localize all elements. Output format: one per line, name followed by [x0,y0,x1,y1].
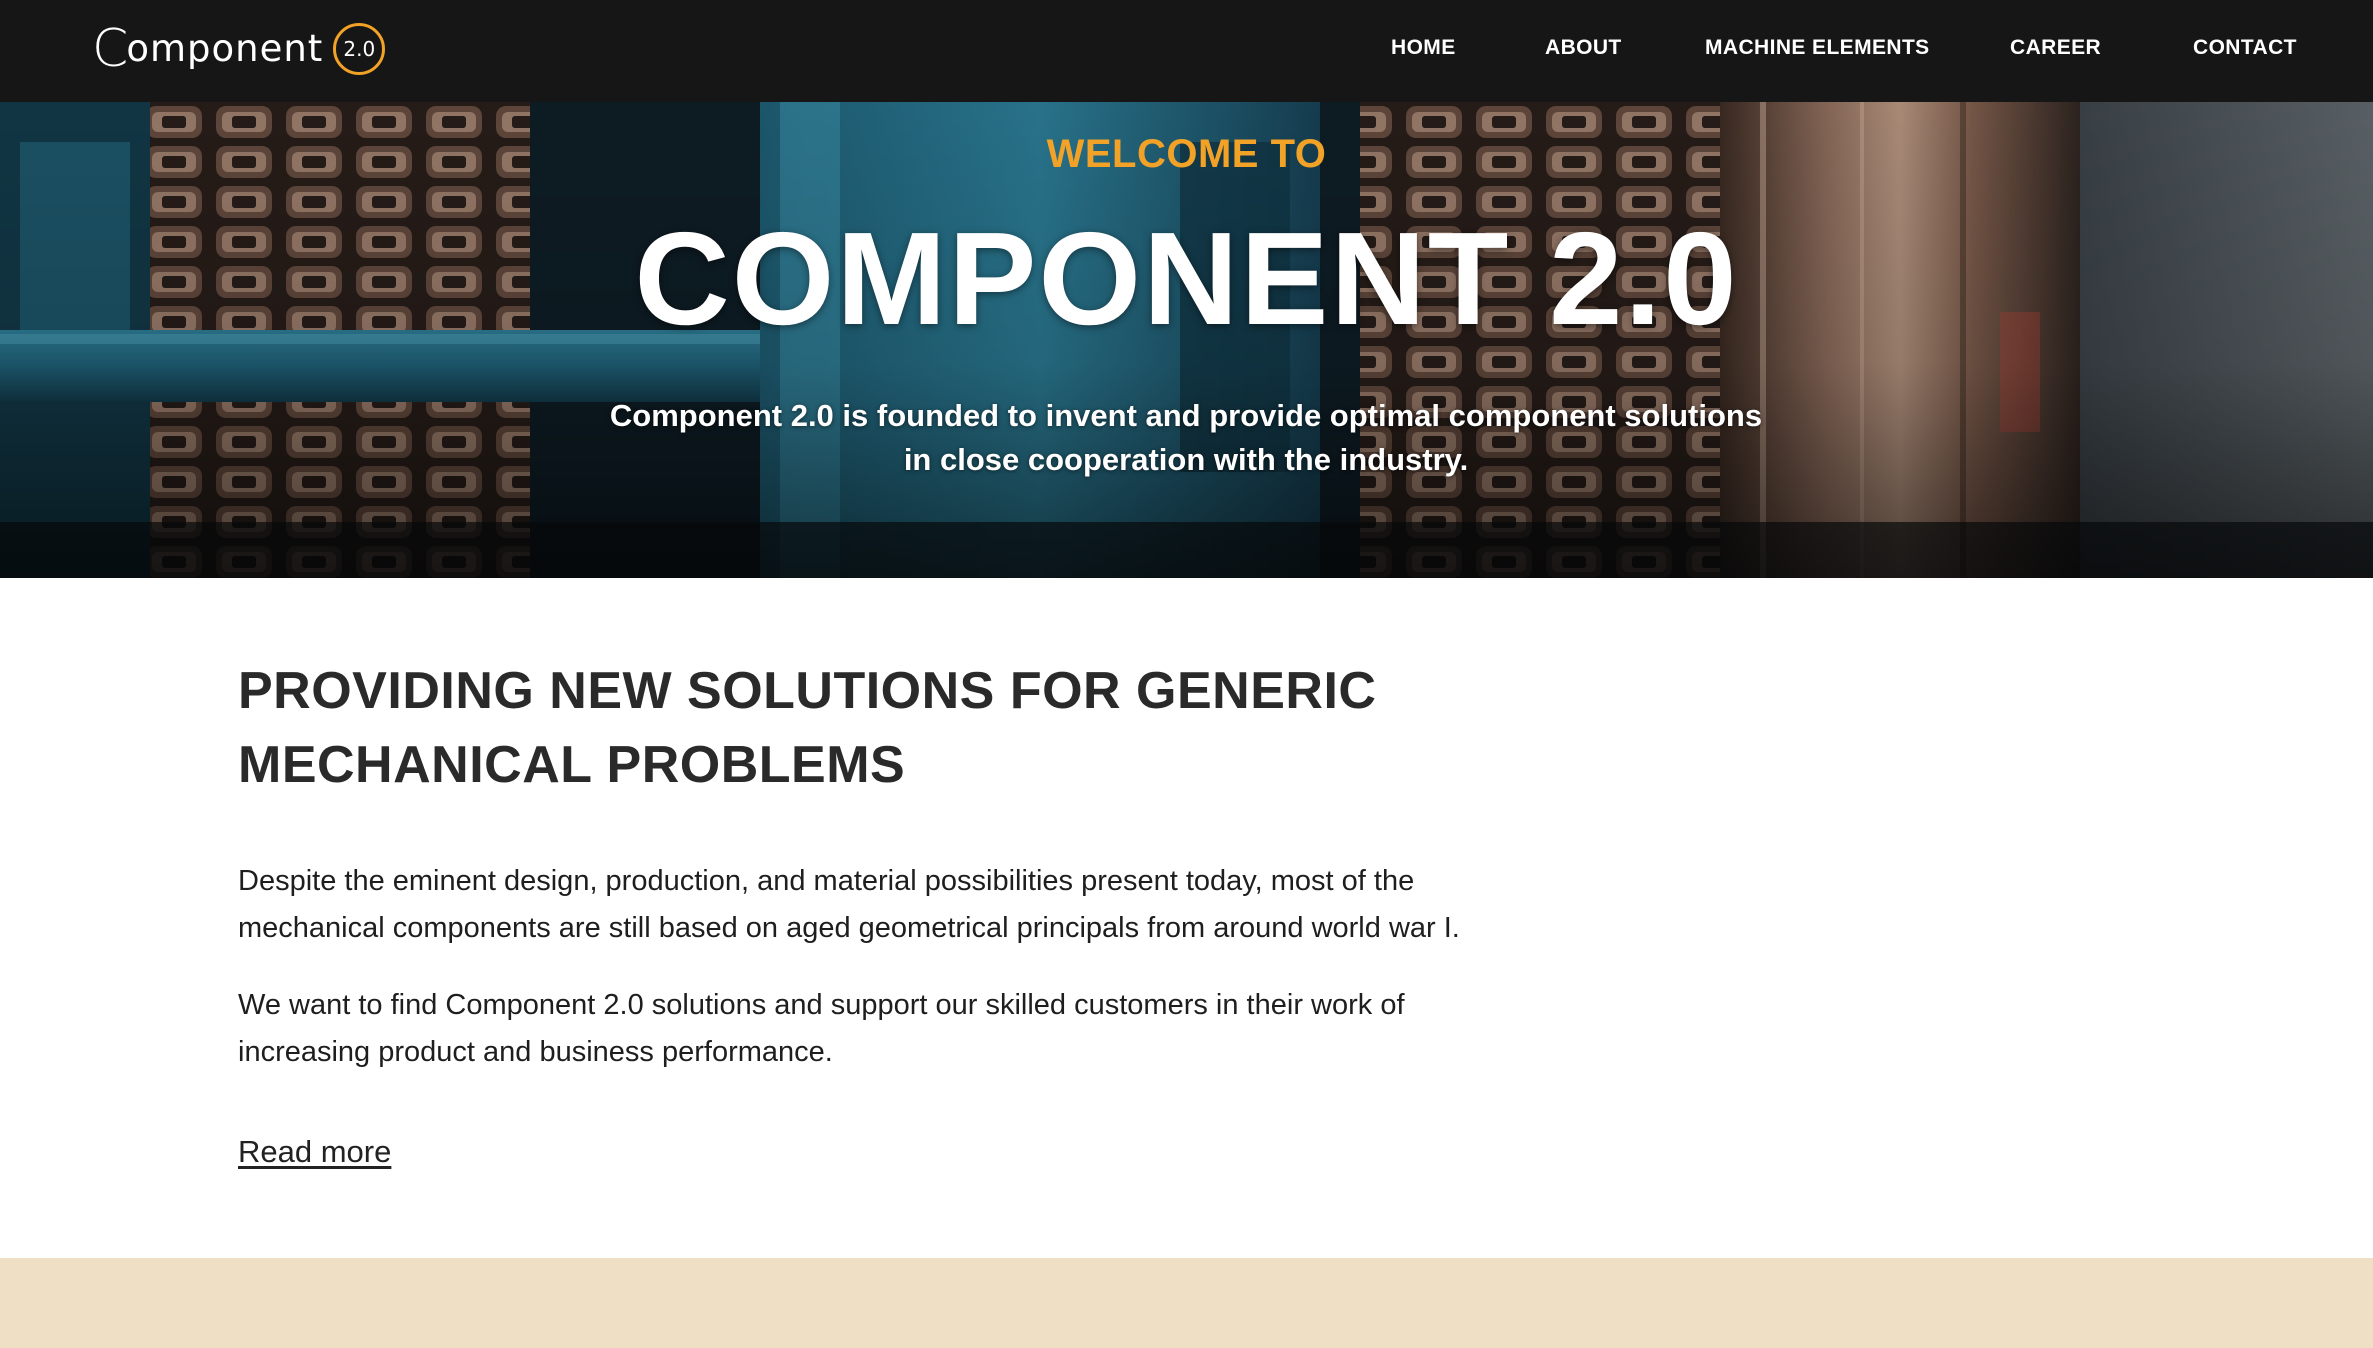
paragraph-line: We want to find Component 2.0 solutions … [238,989,1405,1021]
nav-career-link[interactable]: CAREER [2010,36,2101,60]
logo-version-badge: 2.0 [333,23,386,75]
logo-wordmark: Component [92,23,323,75]
nav-about-link[interactable]: ABOUT [1545,36,1622,60]
brand-logo[interactable]: Component 2.0 [92,20,386,78]
logo-wordmark-rest: omponent [126,27,324,70]
intro-paragraph-1: Despite the eminent design, production, … [238,858,1538,952]
intro-paragraph-2: We want to find Component 2.0 solutions … [238,982,1538,1076]
nav-machine-elements-link[interactable]: MACHINE ELEMENTS [1705,36,1930,60]
hero-banner: WELCOME TO COMPONENT 2.0 Component 2.0 i… [0,102,2373,578]
section-headline: PROVIDING NEW SOLUTIONS FOR GENERIC MECH… [238,654,1438,802]
top-navigation-bar: Component 2.0 HOME ABOUT MACHINE ELEMENT… [0,0,2373,102]
paragraph-line: Despite the eminent design, production, … [238,865,1415,897]
main-nav: HOME ABOUT MACHINE ELEMENTS CAREER CONTA… [1373,0,2373,102]
section-headline-line: PROVIDING NEW SOLUTIONS FOR GENERIC [238,662,1377,720]
hero-kicker-text: WELCOME TO [1046,132,1327,176]
paragraph-line: mechanical components are still based on… [238,912,1460,944]
hero-title: COMPONENT 2.0 [634,205,1739,352]
hero-subtitle-line: Component 2.0 is founded to invent and p… [609,398,1763,433]
read-more-link[interactable]: Read more [238,1134,391,1170]
nav-home-link[interactable]: HOME [1391,36,1456,60]
logo-initial: C [92,19,130,79]
nav-contact-link[interactable]: CONTACT [2193,36,2297,60]
hero-subtitle: Component 2.0 is founded to invent and p… [586,394,1786,482]
hero-subtitle-line: in close cooperation with the industry. [903,442,1469,477]
paragraph-line: increasing product and business performa… [238,1036,833,1068]
next-section-band [0,1258,2373,1348]
section-headline-line: MECHANICAL PROBLEMS [238,736,906,794]
